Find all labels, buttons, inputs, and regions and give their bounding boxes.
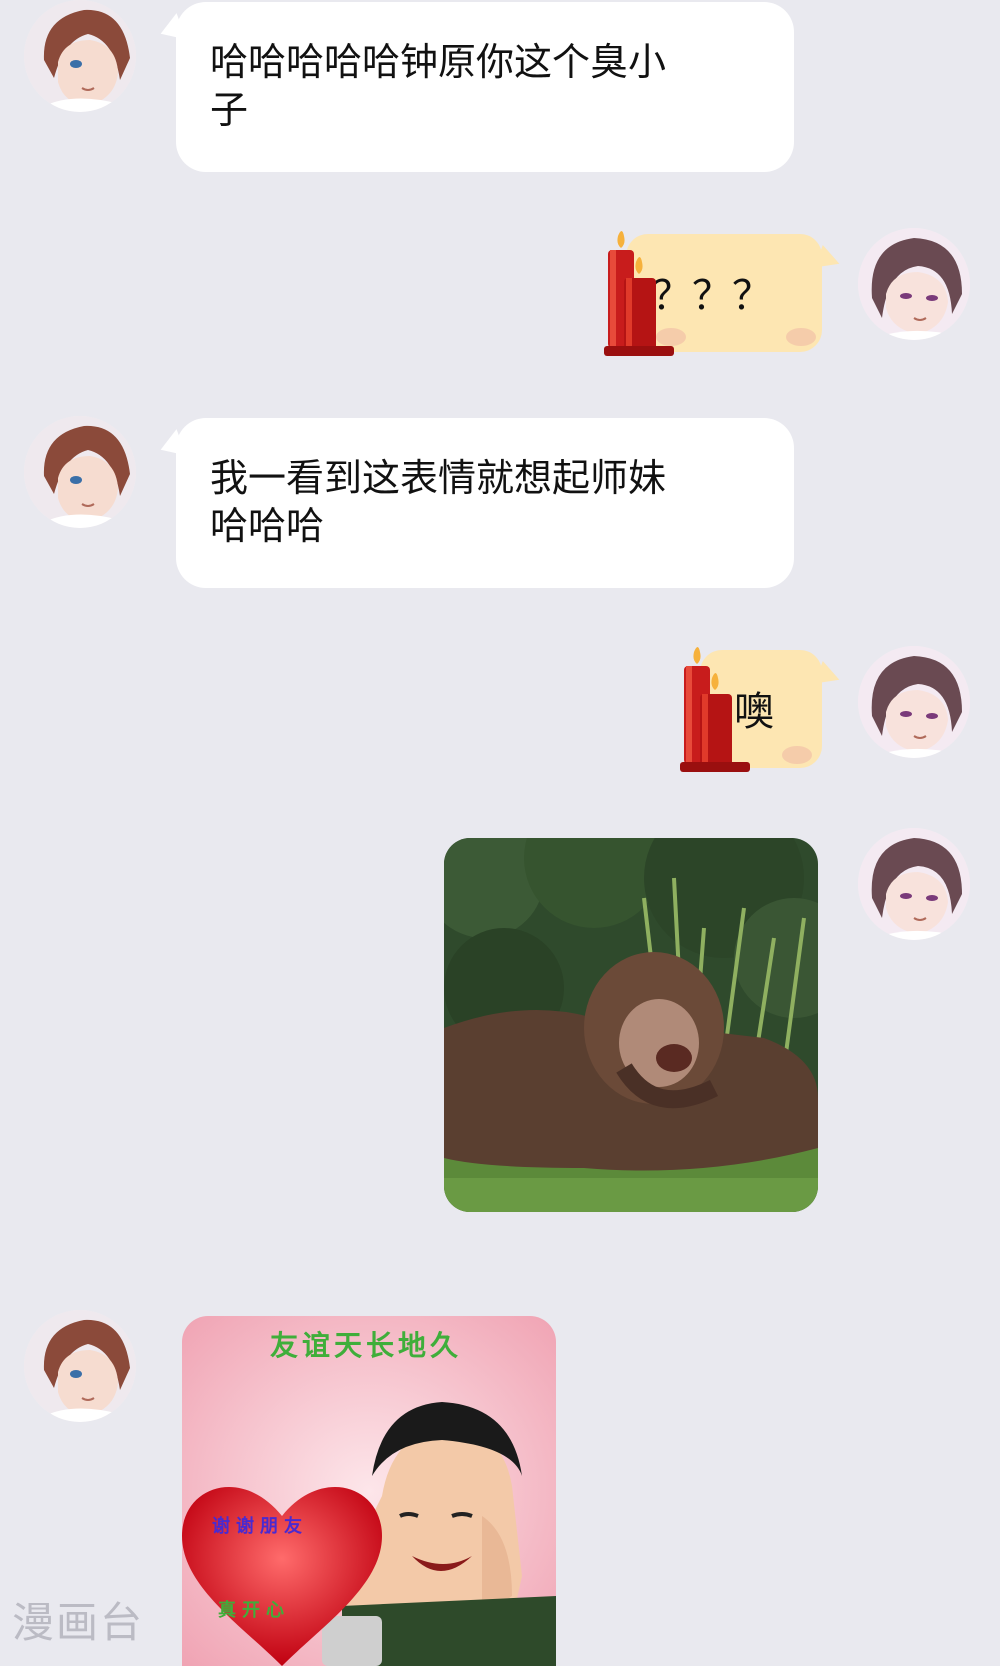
my-avatar[interactable] (858, 646, 970, 758)
chat-screen: 哈哈哈哈哈钟原你这个臭小 子 ？？？ 我一看到这表情就想起师妹 哈哈哈 噢 友谊… (0, 0, 1000, 1666)
friend-avatar[interactable] (24, 0, 136, 112)
candle-icon (680, 647, 750, 772)
friendship-meme-image[interactable]: 友谊天长地久 谢谢朋友 真开心 (182, 1316, 556, 1666)
candle-icon (604, 231, 674, 356)
watermark-logo: 漫画台 (12, 1598, 145, 1647)
heart-text: 真开心 (218, 1600, 290, 1621)
my-avatar[interactable] (858, 828, 970, 940)
message-text-line: 哈哈哈 (210, 504, 325, 548)
friend-message-bubble[interactable]: 我一看到这表情就想起师妹 哈哈哈 (176, 418, 794, 588)
message-text-line: 我一看到这表情就想起师妹 (210, 456, 667, 500)
friend-message-bubble[interactable]: 哈哈哈哈哈钟原你这个臭小 子 (176, 2, 794, 172)
bubble-decoration (786, 328, 816, 346)
friend-avatar[interactable] (24, 416, 136, 528)
my-avatar[interactable] (858, 228, 970, 340)
message-text-line: 子 (210, 88, 249, 132)
banner-text: 友谊天长地久 (270, 1329, 463, 1362)
monkey-sticker-image[interactable] (444, 838, 818, 1212)
friend-avatar[interactable] (24, 1310, 136, 1422)
bubble-decoration (782, 746, 812, 764)
heart-text: 谢谢朋友 (212, 1516, 308, 1537)
message-text-line: 哈哈哈哈哈钟原你这个臭小 (210, 40, 667, 84)
